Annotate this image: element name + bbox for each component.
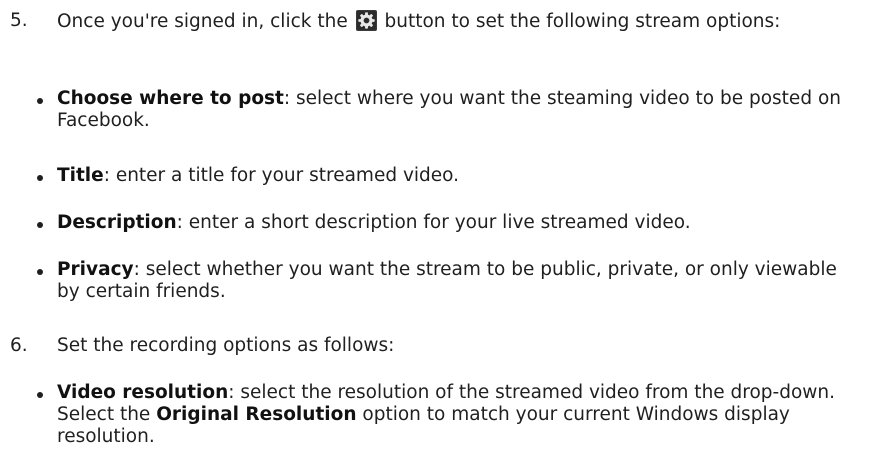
gear-icon [355, 10, 377, 31]
step-text-before-icon: Once you're signed in, click the [57, 11, 348, 32]
step-number: 6. [10, 335, 28, 356]
option-emphasis: Original Resolution [156, 404, 357, 425]
option-description: : select whether you want the stream to … [57, 259, 837, 302]
option-label: Privacy [57, 259, 134, 280]
option-label: Title [57, 165, 104, 186]
option-description: : enter a title for your streamed video. [103, 165, 460, 186]
bullet-dot [37, 175, 43, 181]
option-label: Description [57, 212, 177, 233]
step-number: 5. [10, 10, 28, 31]
step-text-after-icon: button to set the following stream optio… [384, 11, 781, 32]
bullet-dot [37, 392, 43, 398]
bullet-dot [37, 269, 43, 275]
bullet-dot [37, 222, 43, 228]
step-text: Once you're signed in, click the button … [57, 10, 857, 33]
option-label: Choose where to post [57, 88, 284, 109]
option-description: : enter a short description for your liv… [176, 212, 691, 233]
bullet-dot [37, 98, 43, 104]
option-label: Video resolution [57, 382, 229, 403]
step-text: Set the recording options as follows: [57, 335, 395, 356]
help-document: 5. Once you're signed in, click the butt… [0, 0, 878, 456]
